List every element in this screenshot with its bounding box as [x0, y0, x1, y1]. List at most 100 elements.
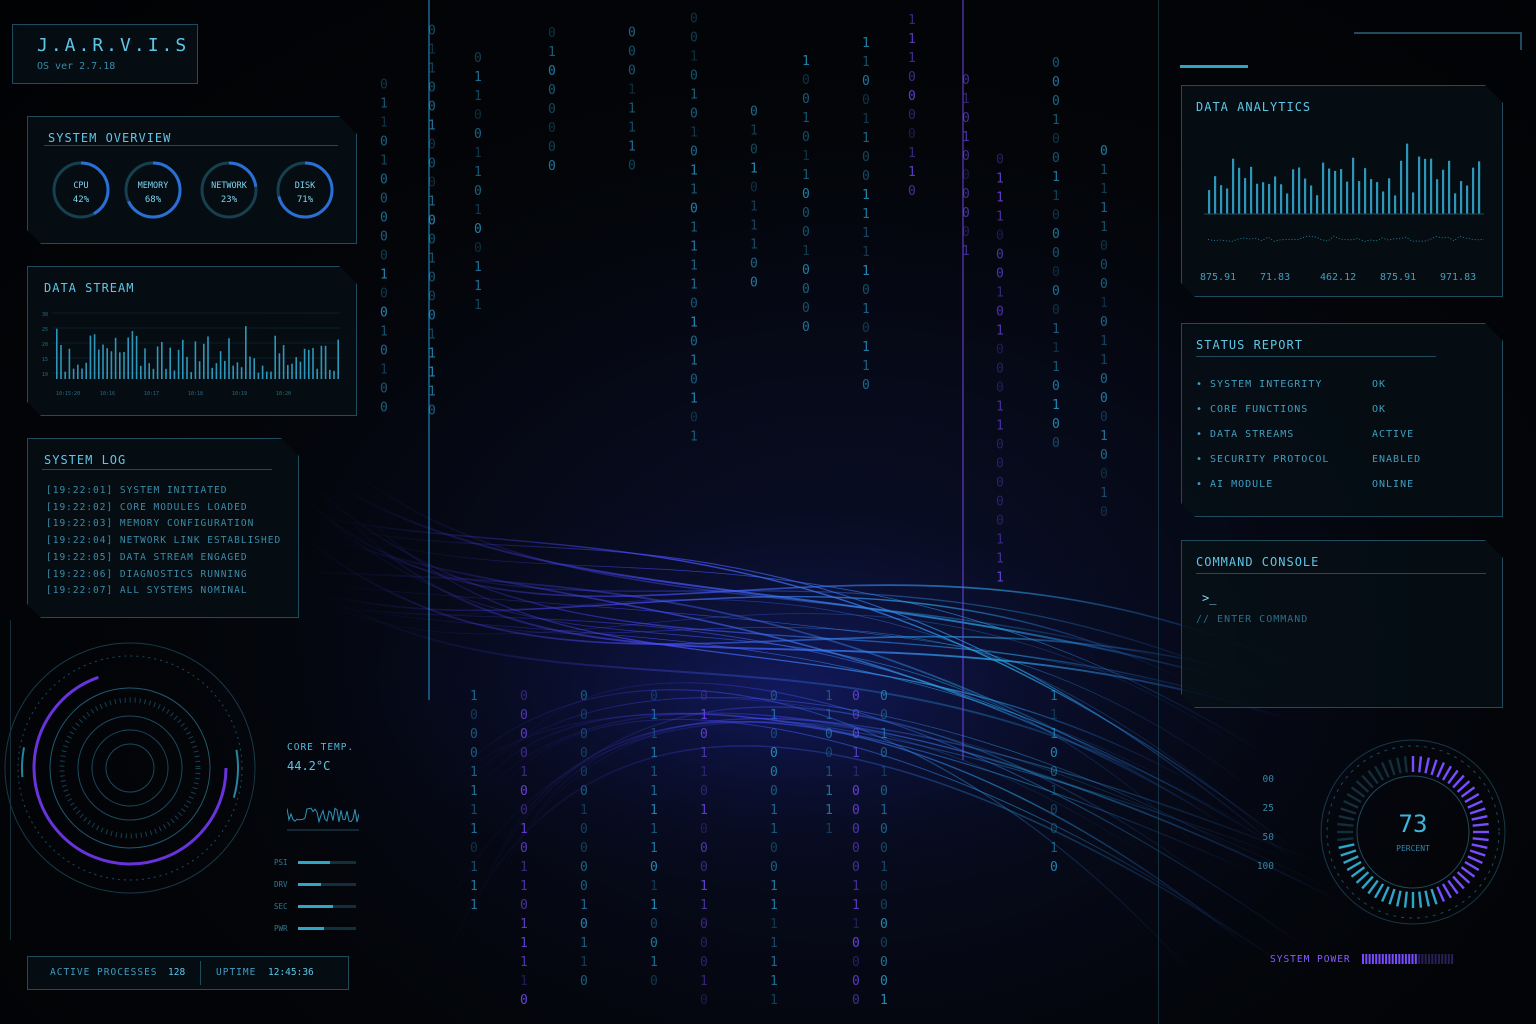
gauge-tick [1467, 855, 1483, 865]
binary-digit: 0 [996, 229, 1004, 244]
binary-digit: 0 [380, 248, 388, 263]
binary-digit: 1 [852, 879, 860, 894]
data-analytics-title: DATA ANALYTICS [1196, 100, 1312, 114]
binary-digit: 0 [908, 184, 916, 199]
bar [258, 373, 260, 379]
binary-digit: 0 [690, 296, 698, 311]
binary-digit: 0 [880, 746, 888, 761]
gauge-tick [1424, 890, 1430, 907]
gauge-tick [1343, 855, 1359, 865]
binary-digit: 1 [690, 87, 698, 102]
binary-digit: 0 [1100, 448, 1108, 463]
binary-digit: 0 [380, 134, 388, 149]
binary-digit: 1 [520, 974, 528, 989]
binary-digit: 1 [825, 689, 833, 704]
binary-digit: 0 [996, 514, 1004, 529]
binary-digit: 0 [580, 822, 588, 837]
log-line: [19:22:02] CORE MODULES LOADED [46, 501, 248, 513]
binary-digit: 0 [700, 727, 708, 742]
binary-digit: 1 [1052, 341, 1060, 356]
status-name: • DATA STREAMS [1196, 429, 1295, 440]
bar [98, 350, 100, 379]
binary-digit: 0 [996, 476, 1004, 491]
bar [216, 363, 218, 379]
y-tick: 25 [42, 327, 48, 333]
binary-digit: 0 [880, 974, 888, 989]
core-bar-label: DRV [274, 880, 288, 889]
binary-digit: 1 [802, 168, 810, 183]
bar [325, 346, 327, 379]
power-segment [1398, 954, 1401, 964]
x-tick: 10:18 [188, 391, 203, 397]
binary-digit: 0 [580, 974, 588, 989]
binary-digit: 0 [1100, 258, 1108, 273]
y-tick: 20 [42, 342, 48, 348]
bar [161, 342, 163, 379]
binary-digit: 1 [770, 917, 778, 932]
binary-digit: 0 [690, 68, 698, 83]
gauge-tick [1469, 849, 1486, 857]
gauge-tick [1436, 762, 1446, 778]
binary-digit: 1 [862, 55, 870, 70]
binary-digit: 1 [996, 324, 1004, 339]
gauge-tick [1418, 756, 1423, 773]
command-input[interactable]: // ENTER COMMAND [1196, 614, 1486, 632]
gauge-value: 23% [220, 195, 238, 205]
status-value: OK [1372, 379, 1387, 390]
power-segment [1437, 954, 1440, 964]
binary-digit: 1 [750, 123, 758, 138]
binary-digit: 0 [802, 92, 810, 107]
binary-digit: 1 [750, 161, 758, 176]
binary-digit: 1 [470, 689, 478, 704]
power-segment [1395, 954, 1397, 964]
binary-digit: 0 [380, 305, 388, 320]
binary-digit: 1 [474, 165, 482, 180]
bar [132, 331, 134, 379]
bar [1238, 168, 1240, 214]
binary-digit: 0 [750, 275, 758, 290]
binary-digit: 1 [996, 419, 1004, 434]
bar [119, 352, 121, 379]
gauge-tick [1338, 815, 1355, 821]
binary-digit: 1 [996, 191, 1004, 206]
power-segment [1418, 954, 1421, 964]
binary-digit: 0 [1100, 505, 1108, 520]
power-segment [1368, 954, 1371, 964]
binary-digit: 1 [802, 244, 810, 259]
core-bar-fill [298, 927, 325, 930]
bar [1460, 181, 1462, 214]
bar [102, 345, 104, 379]
binary-digit: 1 [908, 13, 916, 28]
binary-digit: 0 [470, 708, 478, 723]
bar [1328, 169, 1330, 214]
binary-digit: 0 [996, 457, 1004, 472]
data-analytics-panel: DATA ANALYTICS 875.91 71.83 462.12 875.91 97… [1181, 85, 1503, 297]
binary-digit: 0 [880, 936, 888, 951]
binary-digit: 0 [1100, 277, 1108, 292]
status-name: • SECURITY PROTOCOL [1196, 454, 1330, 465]
binary-digit: 0 [548, 83, 556, 98]
power-segment [1375, 954, 1378, 964]
gauge-tick [1388, 888, 1396, 905]
gauge-value: 68% [144, 195, 162, 205]
gauge-tick [1380, 762, 1390, 778]
status-report-panel: STATUS REPORT • SYSTEM INTEGRITY OK • CORE… [1181, 323, 1503, 517]
status-report-title: STATUS REPORT [1196, 338, 1303, 352]
log-line: [19:22:03] MEMORY CONFIGURATION [46, 518, 255, 530]
binary-digit: 0 [380, 210, 388, 225]
binary-digit: 1 [650, 841, 658, 856]
processes-value: 128 [168, 967, 186, 978]
binary-digit: 0 [862, 283, 870, 298]
binary-digit: 1 [380, 153, 388, 168]
binary-digit: 1 [690, 429, 698, 444]
binary-digit: 0 [750, 104, 758, 119]
gauge-label: CPU [73, 181, 89, 191]
binary-digit: 1 [1100, 163, 1108, 178]
bar [85, 363, 87, 379]
power-segment [1391, 954, 1394, 964]
binary-digit: 1 [1052, 360, 1060, 375]
gauge-tick [1388, 759, 1396, 776]
gauge-tick [1380, 886, 1390, 902]
core-bar-label: PWR [274, 924, 288, 933]
binary-digit: 1 [700, 879, 708, 894]
